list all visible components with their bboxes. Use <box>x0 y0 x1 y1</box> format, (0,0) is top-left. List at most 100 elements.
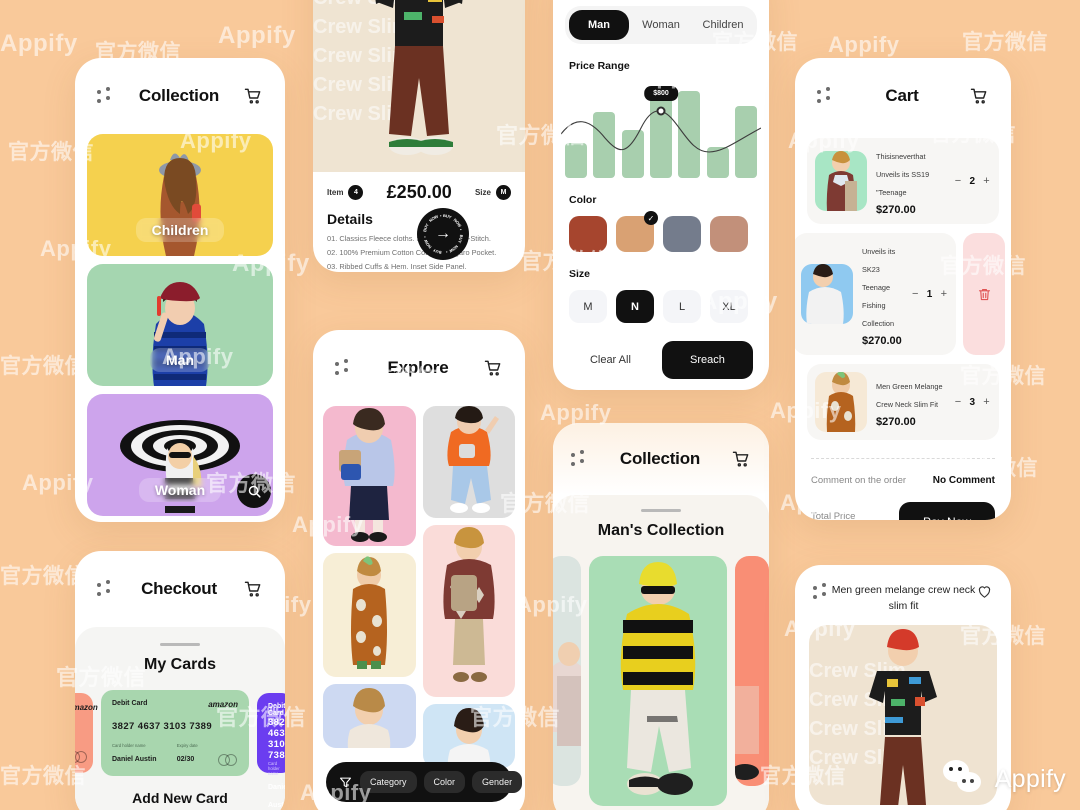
detail-line: 03. Ribbed Cuffs & Hem. Inset Side Panel… <box>327 261 467 271</box>
price-range-label: Price Range <box>569 60 630 72</box>
card-holder-value: Daniel Austin <box>112 756 157 763</box>
color-swatch[interactable] <box>569 216 607 252</box>
card-rings-icon <box>217 754 238 766</box>
qty-increase-button[interactable]: + <box>982 175 991 187</box>
total-block: Total Price $970.00 <box>811 511 869 520</box>
qty-decrease-button[interactable]: − <box>953 396 962 408</box>
card-holder-label: Card holder name <box>268 761 280 776</box>
explore-column <box>422 406 515 768</box>
explore-tile[interactable] <box>422 704 515 768</box>
size-option-m[interactable]: M <box>569 290 607 323</box>
slide-photo <box>553 642 581 746</box>
cart-item[interactable]: Unveils its SK23 Teenage Fishing Collect… <box>795 233 957 355</box>
sheet-grabber[interactable] <box>160 643 200 646</box>
color-swatch[interactable] <box>663 216 701 252</box>
qty-decrease-button[interactable]: − <box>953 175 962 187</box>
collection-card-man[interactable]: Man <box>87 264 273 386</box>
grid-dots-icon[interactable] <box>335 359 353 377</box>
order-comment-row[interactable]: Comment on the order No Comment <box>795 459 1011 486</box>
explore-tile[interactable] <box>323 553 416 677</box>
quantity-stepper: − 1 + <box>911 288 949 300</box>
cart-icon[interactable] <box>731 449 751 469</box>
color-swatch-selected[interactable]: ✓ <box>616 211 658 252</box>
size-options: M N L XL <box>553 280 769 323</box>
qty-decrease-button[interactable]: − <box>911 288 920 300</box>
funnel-icon[interactable] <box>338 775 353 790</box>
item-count: 4 <box>348 185 364 200</box>
filter-chip-gender[interactable]: Gender <box>472 771 523 793</box>
price-range-chart[interactable]: $800 <box>561 85 761 178</box>
grid-dots-icon[interactable] <box>97 87 115 105</box>
cart-row: Thisisneverthat Unveils its SS19 "Teenag… <box>807 138 999 224</box>
cart-item[interactable]: Men Green Melange Crew Neck Slim Fit $27… <box>807 364 999 440</box>
heart-icon[interactable] <box>976 583 993 600</box>
brand-badge: Appify <box>942 760 1066 798</box>
pdp-header: Men green melange crew neck slim fit <box>795 565 1011 625</box>
collection-card-label: Woman <box>138 478 222 502</box>
carousel-slide[interactable] <box>553 556 581 786</box>
qty-increase-button[interactable]: + <box>982 396 991 408</box>
size-chip[interactable]: Size M <box>475 185 511 200</box>
cart-item-title: Men Green Melange Crew Neck Slim Fit <box>876 382 943 409</box>
cart-icon[interactable] <box>243 86 263 106</box>
card-carousel[interactable]: amazon Debit Card amazon 3827 4637 3103 … <box>75 690 285 809</box>
card-number: 3827 4637 3103 7389 <box>268 717 285 761</box>
mans-collection-screen: Collection Man's Collection <box>553 423 769 810</box>
tab-man[interactable]: Man <box>569 10 629 40</box>
collection-card-label: Man <box>150 348 210 372</box>
gender-tabs: Man Woman Children <box>565 6 757 44</box>
my-cards-sheet: My Cards amazon Debit Card amazon 3827 4… <box>75 627 285 810</box>
slide-photo <box>620 562 696 795</box>
tile-photo <box>339 408 395 542</box>
explore-column <box>323 406 416 768</box>
page-title: Explore <box>387 358 449 377</box>
sheet-grabber[interactable] <box>641 509 681 512</box>
collection-card-children[interactable]: Children <box>87 134 273 256</box>
tab-woman[interactable]: Woman <box>631 10 691 40</box>
brand-name: Appify <box>994 764 1066 793</box>
search-fab-button[interactable] <box>237 474 271 508</box>
explore-tile[interactable] <box>422 406 515 518</box>
checkout-header: Checkout <box>75 551 285 627</box>
cart-item-price: $270.00 <box>876 416 916 428</box>
cart-item[interactable]: Thisisneverthat Unveils its SS19 "Teenag… <box>807 138 999 224</box>
tile-photo <box>351 556 388 669</box>
sheet-title: My Cards <box>143 656 217 673</box>
pay-now-button[interactable]: Pay Now <box>898 502 995 520</box>
filter-chip-color[interactable]: Color <box>423 771 466 793</box>
explore-tile[interactable] <box>422 525 515 697</box>
qty-increase-button[interactable]: + <box>939 288 948 300</box>
comment-value: No Comment <box>932 475 995 486</box>
tab-children[interactable]: Children <box>693 10 753 40</box>
delete-item-button[interactable] <box>963 233 1006 355</box>
qty-value: 1 <box>926 288 933 300</box>
cart-icon[interactable] <box>243 579 263 599</box>
grid-dots-icon[interactable] <box>571 450 589 468</box>
filter-chip-category[interactable]: Category <box>360 771 417 793</box>
size-option-l[interactable]: L <box>663 290 701 323</box>
clear-all-button[interactable]: Clear All <box>569 342 652 378</box>
cart-row-swiped: Unveils its SK23 Teenage Fishing Collect… <box>795 233 1006 355</box>
grid-dots-icon[interactable] <box>97 580 115 598</box>
payment-card[interactable]: Debit Card 3827 4637 3103 7389 Card hold… <box>257 693 285 809</box>
size-option-xl[interactable]: XL <box>710 290 748 323</box>
grid-dots-icon[interactable] <box>813 583 831 601</box>
payment-card[interactable]: amazon <box>75 693 98 773</box>
cart-icon[interactable] <box>969 86 989 106</box>
grid-dots-icon[interactable] <box>817 87 835 105</box>
payment-card-active[interactable]: Debit Card amazon 3827 4637 3103 7389 Ca… <box>101 690 249 776</box>
mans-collection-header: Collection <box>553 423 769 495</box>
add-new-card-button[interactable]: Add New Card <box>75 776 285 806</box>
cart-screen: Cart Thisisneverthat Unveils its SS19 "T… <box>795 58 1011 520</box>
color-swatch[interactable] <box>710 216 748 252</box>
carousel-slide[interactable] <box>735 556 769 786</box>
cart-item-price: $270.00 <box>876 204 916 216</box>
cart-icon[interactable] <box>483 358 503 378</box>
size-option-n[interactable]: N <box>616 290 654 323</box>
carousel-slide-active[interactable] <box>589 556 727 806</box>
explore-tile[interactable] <box>323 684 416 748</box>
search-button[interactable]: Sreach <box>661 341 753 379</box>
product-carousel[interactable] <box>553 556 769 806</box>
explore-tile[interactable] <box>323 406 416 546</box>
buy-now-button[interactable]: BUY NOW • BUY NOW • BUY NOW • BUY NOW • … <box>417 208 469 260</box>
